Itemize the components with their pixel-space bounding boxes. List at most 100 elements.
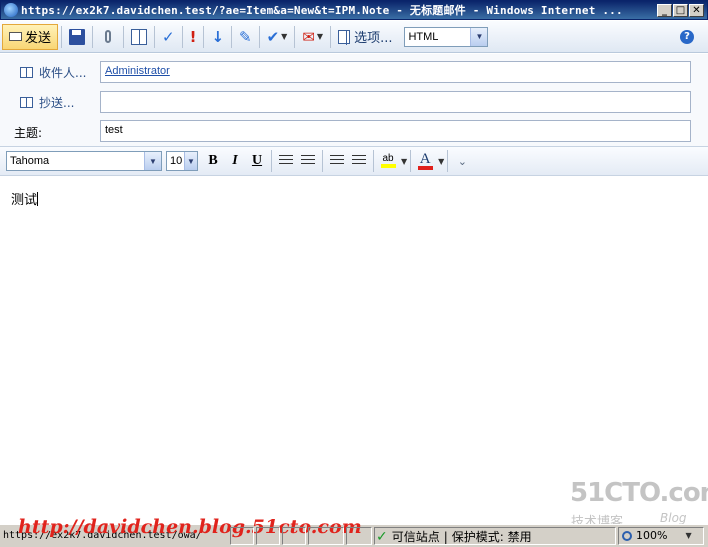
font-size-select[interactable]: 10 ▼ — [166, 151, 198, 171]
send-button[interactable]: 发送 — [2, 23, 59, 50]
options-label: 选项... — [354, 31, 393, 46]
font-color-swatch — [417, 166, 433, 170]
ie-logo-icon — [4, 3, 18, 17]
underline-button[interactable]: U — [246, 150, 268, 172]
subject-label: 主题: — [14, 126, 43, 140]
chevron-down-icon: ▼ — [184, 152, 197, 170]
status-segment — [308, 527, 344, 545]
message-header: 收件人... Administrator 抄送... 主题: test — [0, 54, 708, 146]
format-select-value: HTML — [408, 30, 439, 43]
toolbar-separator — [231, 25, 233, 48]
chevron-down-icon: ▼ — [281, 32, 288, 41]
message-body-editor[interactable]: 测试 — [0, 177, 708, 522]
permissions-button[interactable]: ✉ ▼ — [298, 24, 327, 50]
format-select[interactable]: HTML ▼ — [404, 26, 489, 47]
options-button[interactable]: 选项... — [334, 24, 396, 50]
bullet-list-button[interactable] — [275, 150, 297, 172]
indent-icon — [352, 155, 366, 167]
chevron-down-icon[interactable]: ▼ — [401, 157, 407, 166]
toolbar-separator — [330, 25, 332, 48]
chevron-down-icon: ▼ — [316, 32, 324, 41]
exclamation-icon: ! — [189, 27, 197, 46]
close-button[interactable]: ✕ — [689, 3, 704, 17]
cc-button[interactable]: 抄送... — [20, 94, 74, 111]
to-button[interactable]: 收件人... — [20, 64, 86, 81]
chevron-down-icon: ▼ — [144, 152, 161, 170]
magnifier-icon — [622, 530, 632, 541]
status-segment — [230, 527, 254, 545]
text-caret — [37, 192, 39, 206]
to-label: 收件人... — [39, 66, 87, 80]
toolbar-separator — [154, 25, 156, 48]
font-color-icon: A — [419, 151, 431, 167]
window-controls: _ □ ✕ — [657, 3, 704, 17]
high-importance-button[interactable]: ! — [186, 24, 201, 50]
check-icon: ✓ — [376, 528, 388, 545]
to-field[interactable]: Administrator — [100, 61, 691, 83]
status-segment — [256, 527, 280, 545]
numbered-list-button[interactable] — [297, 150, 319, 172]
toolbar-separator — [123, 25, 125, 48]
save-button[interactable] — [65, 24, 89, 50]
toolbar-separator — [410, 150, 412, 172]
attach-file-button[interactable] — [96, 24, 120, 50]
italic-button[interactable]: I — [224, 150, 246, 172]
check-names-button[interactable]: ✓ — [158, 24, 179, 50]
subject-field[interactable]: test — [100, 120, 691, 142]
address-book-icon — [20, 97, 33, 108]
envelope-lock-icon: ✉ — [302, 27, 315, 46]
site-watermark-blog: Blog — [660, 511, 687, 525]
increase-indent-button[interactable] — [348, 150, 370, 172]
zoom-level: 100% — [636, 529, 668, 542]
message-body-text[interactable]: 测试 — [11, 189, 39, 208]
toolbar-separator — [92, 25, 94, 48]
trust-zone-label: 可信站点 — [391, 530, 440, 544]
toolbar-separator — [322, 150, 323, 172]
toolbar-separator — [203, 25, 205, 48]
to-row: 收件人... Administrator — [0, 60, 708, 86]
status-segment — [282, 527, 306, 545]
signature-button[interactable]: ✎ — [235, 24, 256, 50]
toolbar-separator — [181, 25, 183, 48]
recipient-link[interactable]: Administrator — [105, 65, 170, 77]
window-titlebar[interactable]: https://ex2k7.davidchen.test/?ae=Item&a=… — [0, 0, 708, 20]
outdent-icon — [330, 155, 344, 167]
highlight-color-swatch — [380, 164, 396, 168]
options-page-icon — [338, 29, 351, 45]
cc-field[interactable] — [100, 91, 691, 113]
chevron-down-icon[interactable]: ▼ — [438, 157, 444, 166]
subject-row: 主题: test — [0, 119, 708, 145]
cc-row: 抄送... — [0, 90, 708, 116]
security-zone[interactable]: ✓ 可信站点 | 保护模式: 禁用 — [376, 528, 532, 545]
spelling-button[interactable]: ✔ ▼ — [263, 24, 292, 50]
font-size-value: 10 — [170, 155, 183, 167]
bullet-list-icon — [279, 155, 293, 167]
help-icon[interactable]: ? — [680, 30, 694, 44]
decrease-indent-button[interactable] — [326, 150, 348, 172]
minimize-button[interactable]: _ — [657, 3, 672, 17]
font-color-button[interactable]: A — [414, 150, 436, 172]
address-book-icon — [131, 28, 148, 45]
pen-paper-icon: ✎ — [239, 27, 252, 46]
toolbar-separator — [258, 25, 260, 48]
highlight-icon: ab — [382, 153, 394, 164]
formatting-toolbar: Tahoma ▼ 10 ▼ B I U ab ▼ A ▼ ⌄ — [0, 146, 708, 176]
floppy-disk-icon — [69, 28, 86, 45]
maximize-button[interactable]: □ — [673, 3, 688, 17]
address-book-button[interactable] — [127, 24, 151, 50]
body-content: 测试 — [11, 193, 38, 208]
zoom-control[interactable]: 100% ▼ — [622, 529, 692, 542]
double-chevron-down-icon: ⌄ — [457, 155, 467, 168]
bold-button[interactable]: B — [202, 150, 224, 172]
highlight-button[interactable]: ab — [377, 150, 399, 172]
address-book-icon — [20, 67, 33, 78]
toolbar-separator — [447, 150, 449, 172]
paperclip-icon — [105, 30, 112, 43]
more-options-button[interactable]: ⌄ — [451, 150, 473, 172]
toolbar-separator — [61, 25, 63, 48]
cc-label: 抄送... — [39, 96, 75, 110]
check-names-icon: ✓ — [162, 27, 175, 46]
font-name-value: Tahoma — [10, 155, 50, 167]
low-importance-button[interactable]: ↓ — [207, 24, 228, 50]
font-name-select[interactable]: Tahoma ▼ — [6, 151, 162, 171]
